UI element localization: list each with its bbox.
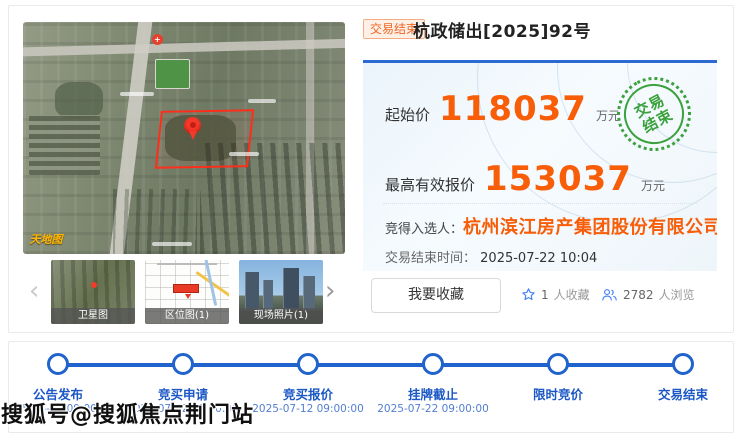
- thumbnail-label: 卫星图: [51, 308, 135, 324]
- end-time-row: 交易结束时间： 2025-07-22 10:04: [385, 247, 597, 266]
- thumbnail-marker-dot: [91, 282, 97, 288]
- winner-row: 竞得入选人： 杭州滨江房产集团股份有限公司: [385, 213, 717, 239]
- start-price-label: 起始价: [385, 104, 430, 125]
- map-label-blob: [120, 92, 154, 96]
- end-time-value: 2025-07-22 10:04: [480, 251, 597, 266]
- timeline-node-bidding: [297, 353, 319, 375]
- timeline-node-application: [172, 353, 194, 375]
- thumbnail-satellite[interactable]: 卫星图: [51, 260, 135, 324]
- map-industrial-blocks: [29, 115, 100, 175]
- timeline-step-label: 限时竞价: [493, 384, 623, 403]
- winner-label: 竞得入选人：: [385, 218, 463, 237]
- thumbnail-building: [303, 276, 315, 310]
- sohu-watermark: 搜狐号@搜狐焦点荆门站: [1, 397, 254, 429]
- map-provider-logo: 天地图: [29, 231, 62, 247]
- view-count-suffix: 人浏览: [659, 286, 695, 303]
- viewers-icon: [601, 287, 618, 302]
- listing-card: + 天地图 ‹ 卫星图 区位图(1) 现场照片(1) ›: [8, 5, 734, 333]
- timeline-line: [58, 363, 683, 367]
- start-price-row: 起始价 118037 万元: [385, 89, 620, 129]
- thumbnail-building: [263, 280, 273, 310]
- start-price-value: 118037: [439, 89, 587, 129]
- highest-bid-value: 153037: [484, 159, 632, 199]
- favorite-button[interactable]: 我要收藏: [371, 278, 501, 313]
- timeline-step-label: 竞买报价: [243, 384, 373, 403]
- price-unit: 万元: [641, 177, 665, 194]
- highest-bid-row: 最高有效报价 153037 万元: [385, 159, 665, 199]
- page: + 天地图 ‹ 卫星图 区位图(1) 现场照片(1) ›: [0, 0, 740, 434]
- timeline-node-limited-bidding: [547, 353, 569, 375]
- favorite-count: 1 人收藏: [521, 286, 590, 303]
- map-parcel-outline: [155, 109, 255, 169]
- map-road-horizontal: [23, 38, 345, 56]
- map-location-pin-icon: [184, 117, 201, 134]
- satellite-map[interactable]: + 天地图: [23, 22, 345, 254]
- star-icon: [521, 287, 536, 302]
- end-time-label: 交易结束时间：: [385, 251, 476, 266]
- map-label-blob: [248, 99, 276, 103]
- timeline-step-date: 2025-07-12 09:00:00: [238, 403, 378, 415]
- listing-title: 杭政储出[2025]92号: [413, 17, 591, 42]
- favorite-count-suffix: 人收藏: [554, 286, 590, 303]
- timeline-step-label: 交易结束: [618, 384, 734, 403]
- dotted-divider: [383, 203, 697, 204]
- thumbnail-site-photo[interactable]: 现场照片(1): [239, 260, 323, 324]
- thumbnails-next-button[interactable]: ›: [325, 276, 335, 306]
- thumbnails-prev-button[interactable]: ‹: [29, 276, 39, 306]
- view-count-number: 2782: [623, 288, 654, 302]
- favorite-count-number: 1: [541, 288, 549, 302]
- thumbnail-label: 现场照片(1): [239, 308, 323, 324]
- thumbnail-location-map[interactable]: 区位图(1): [145, 260, 229, 324]
- price-panel: 起始价 118037 万元 交易 结束 最高有效报价 153037 万元 竞得入…: [363, 63, 717, 271]
- thumbnail-label: 区位图(1): [145, 308, 229, 324]
- timeline-node-ended: [672, 353, 694, 375]
- timeline-step-date: 2025-07-22 09:00:00: [363, 403, 503, 415]
- highest-bid-label: 最高有效报价: [385, 174, 475, 195]
- winner-name: 杭州滨江房产集团股份有限公司: [463, 213, 717, 239]
- map-sports-field: [155, 59, 190, 89]
- timeline-node-announcement: [47, 353, 69, 375]
- timeline-node-deadline: [422, 353, 444, 375]
- map-hospital-icon: +: [152, 34, 163, 45]
- view-count: 2782 人浏览: [601, 286, 695, 303]
- map-label-blob: [229, 152, 259, 156]
- thumbnail-building: [245, 272, 259, 310]
- thumbnail-map-marker: [173, 284, 199, 293]
- map-trees: [55, 82, 103, 119]
- map-label-blob: [152, 242, 192, 246]
- timeline-step-label: 挂牌截止: [368, 384, 498, 403]
- thumbnail-building: [283, 268, 299, 310]
